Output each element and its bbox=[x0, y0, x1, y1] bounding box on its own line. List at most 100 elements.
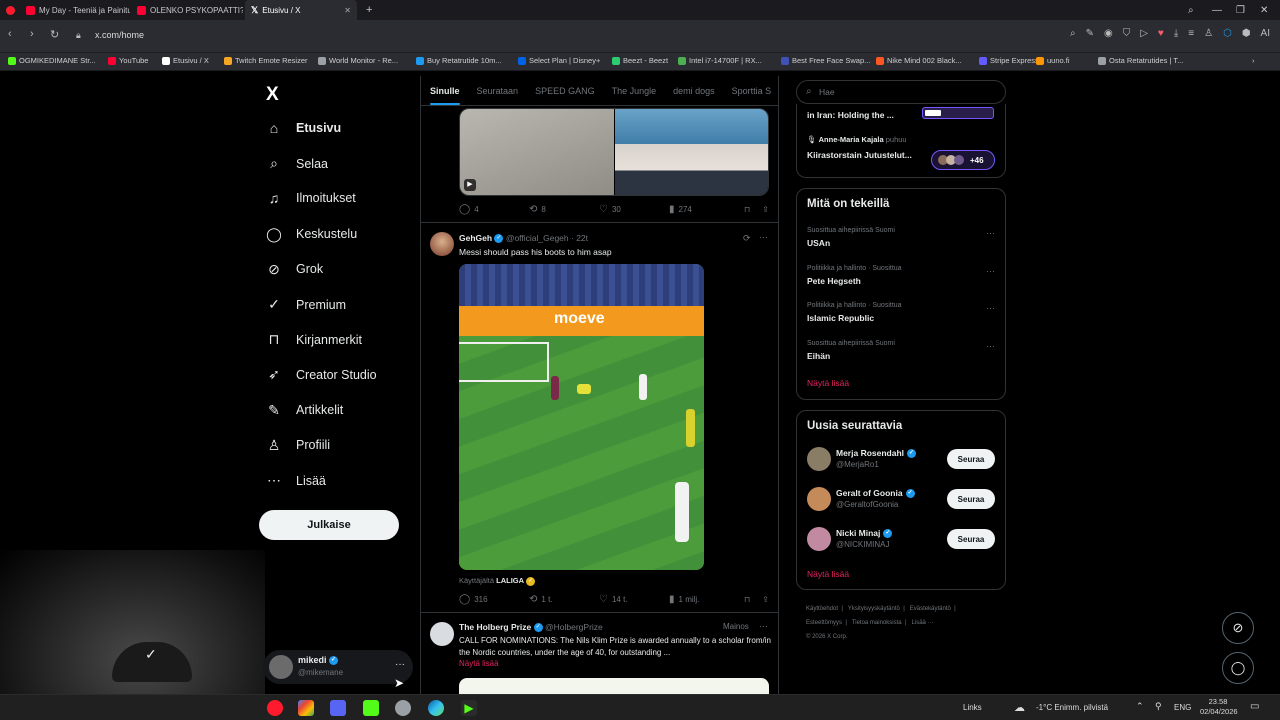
sidebar-item-premium[interactable]: ✓ Premium bbox=[266, 296, 346, 313]
follow-avatar[interactable] bbox=[807, 447, 831, 471]
views-button[interactable]: ▮ 274 bbox=[669, 204, 739, 215]
trend-name[interactable]: Eihän bbox=[807, 351, 830, 361]
bookmark-item[interactable]: World Monitor - Re... bbox=[318, 56, 398, 65]
follow-name[interactable]: Geralt of Goonia ✓ bbox=[836, 488, 915, 499]
forward-icon[interactable]: › bbox=[30, 28, 34, 40]
bookmark-item[interactable]: Etusivu / X bbox=[162, 56, 209, 65]
back-icon[interactable]: ‹ bbox=[8, 28, 12, 40]
app-taskbar-icon[interactable] bbox=[298, 700, 314, 716]
like-button[interactable]: ♡ 14 t. bbox=[599, 594, 669, 605]
follow-button[interactable]: Seuraa bbox=[947, 449, 995, 469]
post3-show-more[interactable]: Näytä lisää bbox=[459, 659, 499, 668]
browser-tab-2[interactable]: OLENKO PSYKOPAATTI? Fr bbox=[131, 0, 243, 20]
post-more-icon[interactable]: ··· bbox=[759, 232, 768, 242]
sidebar-item-creator-studio[interactable]: ➶ Creator Studio bbox=[266, 366, 376, 383]
bookmark-item[interactable]: Intel i7-14700F | RX... bbox=[678, 56, 762, 65]
extension-icon[interactable]: ⬡ bbox=[1223, 28, 1232, 39]
reload-icon[interactable]: ↻ bbox=[50, 28, 59, 41]
messages-float-button[interactable]: ◯ bbox=[1222, 652, 1254, 684]
post3-avatar[interactable] bbox=[430, 622, 454, 646]
x-logo[interactable]: X bbox=[266, 84, 279, 106]
post-button[interactable]: Julkaise bbox=[259, 510, 399, 540]
edit-icon[interactable]: ✎ bbox=[1086, 28, 1094, 39]
share-icon[interactable]: ⇪ bbox=[762, 205, 769, 214]
profile-icon[interactable]: ♙ bbox=[1204, 28, 1213, 39]
discord-taskbar-icon[interactable] bbox=[330, 700, 346, 716]
trend-more-icon[interactable]: ··· bbox=[986, 266, 995, 276]
notifications-icon[interactable]: ▭ bbox=[1250, 701, 1259, 712]
bookmark-item[interactable]: YouTube bbox=[108, 56, 148, 65]
account-switcher[interactable]: mikedi ✓ @mikemane ··· bbox=[263, 650, 413, 684]
trend-name[interactable]: Islamic Republic bbox=[807, 313, 874, 323]
space-listeners[interactable] bbox=[922, 107, 994, 119]
cube-icon[interactable]: ⬢ bbox=[1242, 28, 1251, 39]
grok-float-button[interactable]: ⊘ bbox=[1222, 612, 1254, 644]
follow-button[interactable]: Seuraa bbox=[947, 489, 995, 509]
trends-show-more[interactable]: Näytä lisää bbox=[807, 378, 849, 388]
ai-icon[interactable]: AI bbox=[1261, 28, 1270, 39]
share-icon[interactable]: ⇪ bbox=[762, 595, 769, 604]
bookmark-item[interactable]: Osta Retatrutides | T... bbox=[1098, 56, 1183, 65]
trend-name[interactable]: USAn bbox=[807, 238, 830, 248]
feed-tab[interactable]: demi dogs bbox=[673, 86, 715, 96]
laliga-link[interactable]: LALIGA bbox=[496, 576, 524, 585]
footer-link[interactable]: Evästekäytäntö bbox=[910, 606, 951, 612]
new-tab-button[interactable]: + bbox=[360, 0, 376, 20]
language-indicator[interactable]: ENG bbox=[1174, 703, 1191, 712]
sidebar-item-grok[interactable]: ⊘ Grok bbox=[266, 261, 323, 278]
like-button[interactable]: ♡ 30 bbox=[599, 204, 669, 215]
browser-tab-1[interactable]: My Day - Teeniä ja Painitu bbox=[20, 0, 130, 20]
post2-handle[interactable]: @official_Gegeh bbox=[506, 233, 569, 243]
browser-tab-3-active[interactable]: 𝕏 Etusivu / X ✕ bbox=[245, 0, 357, 20]
bookmark-item[interactable]: uuno.fi bbox=[1036, 56, 1070, 65]
search-box[interactable]: ⌕ Hae bbox=[796, 80, 1006, 104]
shield-icon[interactable]: ⛉ bbox=[1123, 28, 1131, 39]
repost-button[interactable]: ⟲ 1 t. bbox=[529, 594, 599, 605]
post1-media[interactable]: ▶ bbox=[459, 108, 769, 196]
footer-link[interactable]: Käyttöehdot bbox=[806, 606, 838, 612]
trend-name[interactable]: Pete Hegseth bbox=[807, 276, 861, 286]
feed-tab[interactable]: Sinulle bbox=[430, 86, 460, 105]
feed-tab[interactable]: SPEED GANG bbox=[535, 86, 595, 96]
window-close-icon[interactable]: ✕ bbox=[1254, 0, 1274, 20]
post2-time[interactable]: · 22t bbox=[571, 233, 588, 243]
bookmark-icon[interactable]: ⊓ bbox=[744, 205, 750, 214]
follow-show-more[interactable]: Näytä lisää bbox=[807, 569, 849, 579]
terminal-taskbar-icon[interactable]: ▶ bbox=[461, 700, 477, 716]
sidebar-item-selaa[interactable]: ⌕ Selaa bbox=[266, 155, 328, 172]
opera-taskbar-icon[interactable] bbox=[267, 700, 283, 716]
bookmark-item[interactable]: OGMIKEDIMANE Str... bbox=[8, 56, 96, 65]
post2-video[interactable]: moeve bbox=[459, 264, 704, 570]
bookmark-item[interactable]: Select Plan | Disney+ bbox=[518, 56, 600, 65]
app-taskbar-icon[interactable] bbox=[395, 700, 411, 716]
footer-link[interactable]: Esteettömyys bbox=[806, 620, 842, 626]
views-button[interactable]: ▮ 1 milj. bbox=[669, 594, 739, 605]
grok-icon[interactable]: ⟳ bbox=[743, 233, 751, 244]
network-icon[interactable]: ⚲ bbox=[1155, 701, 1162, 712]
bookmark-item[interactable]: Beezt - Beezt bbox=[612, 56, 668, 65]
download-icon[interactable]: ⤓ bbox=[1174, 28, 1178, 39]
close-tab-icon[interactable]: ✕ bbox=[344, 6, 351, 15]
opera-logo-icon[interactable] bbox=[0, 0, 18, 20]
space-title[interactable]: Kiirastorstain Jutustelut... bbox=[807, 150, 912, 160]
repost-button[interactable]: ⟲ 8 bbox=[529, 204, 599, 215]
edge-taskbar-icon[interactable] bbox=[428, 700, 444, 716]
footer-link[interactable]: Yksityisyyskäytäntö bbox=[848, 606, 900, 612]
feed-tab[interactable]: Sporttia S bbox=[732, 86, 772, 96]
post3-handle[interactable]: @HolbergPrize bbox=[545, 622, 603, 632]
post3-media[interactable] bbox=[459, 678, 769, 694]
maximize-icon[interactable]: ❐ bbox=[1230, 0, 1251, 20]
sidebar-item-etusivu[interactable]: ⌂ Etusivu bbox=[266, 120, 341, 136]
bookmark-item[interactable]: Nike Mind 002 Black... bbox=[876, 56, 962, 65]
feed-tab[interactable]: The Jungle bbox=[612, 86, 657, 96]
heart-icon[interactable]: ♥ bbox=[1158, 28, 1164, 39]
bookmarks-overflow-icon[interactable]: › bbox=[1252, 56, 1255, 65]
camera-icon[interactable]: ◉ bbox=[1104, 28, 1113, 39]
bookmark-item[interactable]: Stripe Express bbox=[979, 56, 1039, 65]
follow-button[interactable]: Seuraa bbox=[947, 529, 995, 549]
account-menu-icon[interactable]: ··· bbox=[395, 659, 405, 670]
bookmark-item[interactable]: Twitch Emote Resizer bbox=[224, 56, 308, 65]
reply-button[interactable]: ◯ 316 bbox=[459, 594, 529, 605]
weather-text[interactable]: -1°C Enimm. pilvistä bbox=[1036, 703, 1108, 712]
follow-name[interactable]: Nicki Minaj ✓ bbox=[836, 528, 893, 539]
